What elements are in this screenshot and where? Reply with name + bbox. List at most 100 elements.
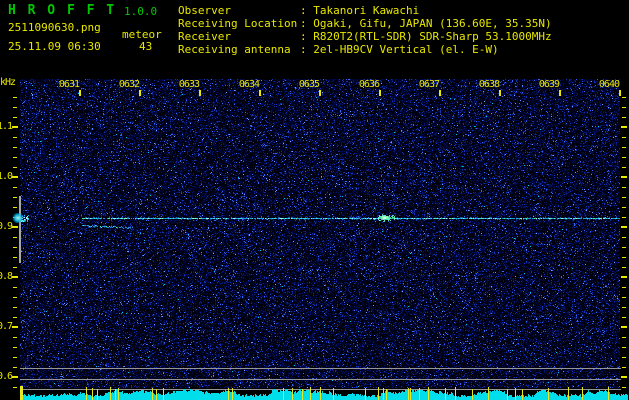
freq-minor-tick-right [622, 267, 626, 268]
freq-minor-tick-right [622, 187, 626, 188]
freq-minor-tick-right [622, 167, 626, 168]
freq-minor-tick [13, 147, 17, 148]
station-value: : Takanori Kawachi [300, 4, 420, 17]
freq-minor-tick-right [622, 107, 626, 108]
freq-minor-tick-right [622, 297, 626, 298]
freq-tick-label: 1.1 [0, 121, 13, 132]
freq-minor-tick-right [622, 137, 626, 138]
freq-minor-tick-right [622, 247, 626, 248]
time-tick-label: 0635 [298, 79, 320, 90]
app-version: 1.0.0 [124, 5, 158, 18]
freq-major-tick-right [621, 176, 627, 178]
time-tick-label: 0636 [358, 79, 380, 90]
freq-minor-tick-right [622, 347, 626, 348]
time-tick [259, 90, 261, 96]
station-row-location: Receiving Location : Ogaki, Gifu, JAPAN … [178, 17, 552, 30]
freq-minor-tick-right [622, 207, 626, 208]
freq-major-tick-right [621, 276, 627, 278]
freq-minor-tick [13, 117, 17, 118]
station-value: : Ogaki, Gifu, JAPAN (136.60E, 35.35N) [300, 17, 552, 30]
freq-major-tick-right [621, 326, 627, 328]
freq-minor-tick [13, 287, 17, 288]
freq-minor-tick [13, 367, 17, 368]
station-label: Receiver [178, 30, 231, 43]
time-tick [439, 90, 441, 96]
time-tick [379, 90, 381, 96]
freq-major-tick [12, 226, 18, 228]
freq-minor-tick-right [622, 367, 626, 368]
hrofft-screen: H R O F F T 1.0.0 2511090630.png meteor … [0, 0, 629, 400]
freq-tick-label: 0.7 [0, 321, 13, 332]
freq-tick-label: 1.0 [0, 171, 13, 182]
freq-minor-tick [13, 267, 17, 268]
time-tick-label: 0640 [598, 79, 620, 90]
threshold-line-1 [20, 368, 621, 369]
time-tick-label: 0638 [478, 79, 500, 90]
freq-minor-tick-right [622, 217, 626, 218]
time-tick [199, 90, 201, 96]
freq-major-tick [12, 376, 18, 378]
time-tick [139, 90, 141, 96]
freq-minor-tick-right [622, 317, 626, 318]
time-tick-label: 0631 [58, 79, 80, 90]
time-tick-label: 0634 [238, 79, 260, 90]
time-tick [559, 90, 561, 96]
station-value: : R820T2(RTL-SDR) SDR-Sharp 53.1000MHz [300, 30, 552, 43]
freq-minor-tick [13, 387, 17, 388]
time-tick-label: 0637 [418, 79, 440, 90]
freq-minor-tick-right [622, 117, 626, 118]
station-label: Observer [178, 4, 231, 17]
station-label: Receiving antenna [178, 43, 291, 56]
freq-minor-tick [13, 167, 17, 168]
freq-minor-tick [13, 257, 17, 258]
freq-minor-tick [13, 137, 17, 138]
time-tick-label: 0633 [178, 79, 200, 90]
freq-tick-label: 0.6 [0, 371, 13, 382]
freq-minor-tick [13, 187, 17, 188]
freq-minor-tick-right [622, 307, 626, 308]
freq-minor-tick [13, 317, 17, 318]
time-tick [79, 90, 81, 96]
freq-minor-tick-right [622, 197, 626, 198]
freq-major-tick [12, 276, 18, 278]
freq-major-tick [12, 176, 18, 178]
freq-minor-tick [13, 297, 17, 298]
file-name: 2511090630.png [8, 21, 101, 34]
spectrogram-canvas [20, 79, 620, 388]
time-tick-label: 0632 [118, 79, 140, 90]
time-tick-label: 0639 [538, 79, 560, 90]
freq-minor-tick [13, 247, 17, 248]
station-value: : 2el-HB9CV Vertical (el. E-W) [300, 43, 499, 56]
freq-minor-tick [13, 207, 17, 208]
time-tick [319, 90, 321, 96]
freq-major-tick [12, 126, 18, 128]
freq-minor-tick-right [622, 147, 626, 148]
freq-major-tick [12, 326, 18, 328]
freq-minor-tick [13, 357, 17, 358]
file-datetime: 25.11.09 06:30 [8, 40, 101, 53]
freq-major-tick-right [621, 226, 627, 228]
station-info: Observer : Takanori Kawachi Receiving Lo… [178, 4, 552, 56]
freq-tick-label: 0.9 [0, 221, 13, 232]
freq-minor-tick [13, 237, 17, 238]
freq-minor-tick [13, 347, 17, 348]
freq-major-tick-right [621, 376, 627, 378]
band-marker [19, 196, 21, 263]
freq-minor-tick-right [622, 287, 626, 288]
freq-major-tick-right [621, 126, 627, 128]
freq-minor-tick [13, 337, 17, 338]
carrier-start-blob [12, 213, 24, 223]
freq-minor-tick-right [622, 257, 626, 258]
freq-minor-tick [13, 197, 17, 198]
station-row-observer: Observer : Takanori Kawachi [178, 4, 552, 17]
freq-minor-tick-right [622, 97, 626, 98]
freq-tick-label: 0.8 [0, 271, 13, 282]
station-label: Receiving Location [178, 17, 298, 30]
station-row-antenna: Receiving antenna : 2el-HB9CV Vertical (… [178, 43, 552, 56]
count-value: 43 [139, 40, 153, 53]
freq-axis-unit-label: kHz [0, 77, 16, 88]
freq-minor-tick-right [622, 237, 626, 238]
time-tick [499, 90, 501, 96]
freq-minor-tick [13, 97, 17, 98]
freq-minor-tick [13, 157, 17, 158]
